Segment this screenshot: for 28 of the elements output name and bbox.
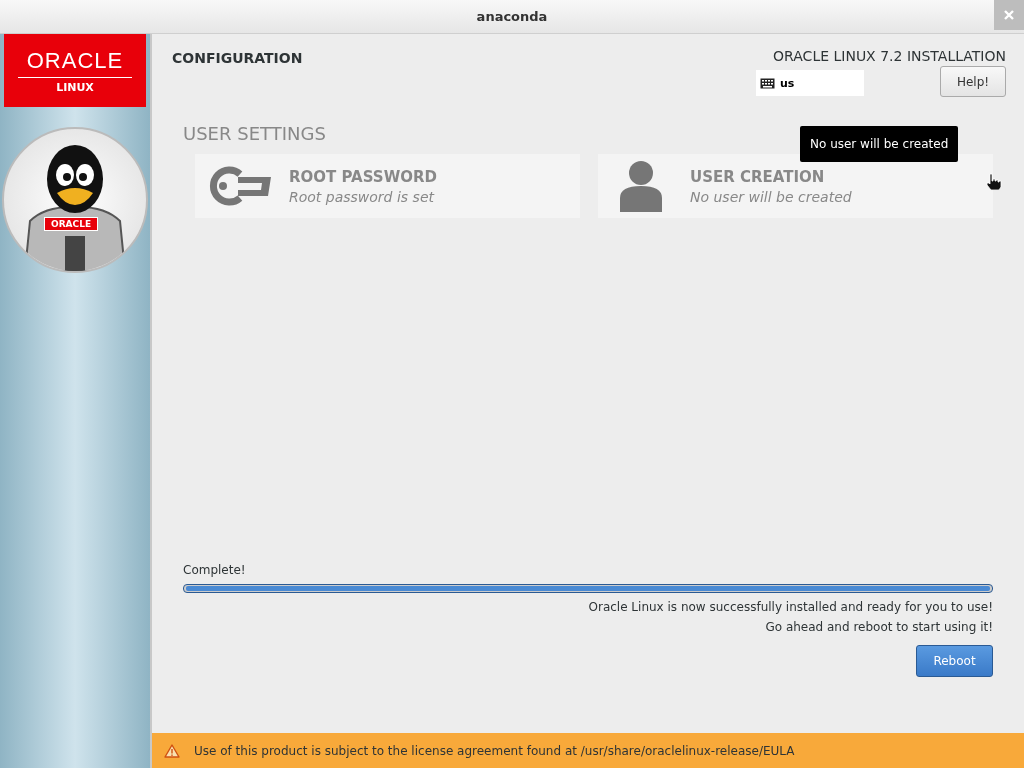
key-icon	[207, 166, 273, 206]
close-button[interactable]	[994, 0, 1024, 30]
window-title: anaconda	[476, 9, 548, 24]
product-title: ORACLE LINUX 7.2 INSTALLATION	[773, 48, 1006, 64]
settings-spoke[interactable]: ROOT PASSWORD Root password is set	[195, 154, 580, 218]
completion-message: Oracle Linux is now successfully installed and ready for you to use!	[588, 601, 993, 613]
warning-icon	[164, 743, 180, 758]
help-button[interactable]: Help!	[940, 66, 1006, 97]
mascot-badge: ORACLE	[44, 217, 99, 231]
logo-subtext: LINUX	[56, 80, 94, 94]
spoke-status: Root password is set	[289, 188, 436, 205]
tooltip: No user will be created	[800, 126, 959, 162]
section-title: CONFIGURATION	[172, 50, 303, 68]
completion-message: Go ahead and reboot to start using it!	[765, 621, 993, 633]
license-notice: Use of this product is subject to the license agreement found at /usr/share/oraclelinux-release/EULA	[194, 743, 795, 758]
category-title: USER SETTINGS	[183, 123, 326, 144]
spoke-status: No user will be created	[690, 188, 852, 205]
keyboard-icon	[760, 77, 775, 89]
spoke-title: ROOT PASSWORD	[289, 167, 437, 186]
keyboard-layout-indicator[interactable]: us	[756, 70, 864, 96]
progress-label: Complete!	[183, 563, 246, 577]
close-icon	[1003, 9, 1015, 21]
logo-text: ORACLE	[26, 47, 124, 74]
settings-spoke[interactable]: USER CREATION No user will be created	[598, 154, 993, 218]
hand-cursor-icon	[986, 173, 1002, 190]
spoke-title: USER CREATION	[690, 167, 826, 186]
user-icon	[620, 160, 662, 212]
reboot-button[interactable]: Reboot	[916, 645, 993, 677]
